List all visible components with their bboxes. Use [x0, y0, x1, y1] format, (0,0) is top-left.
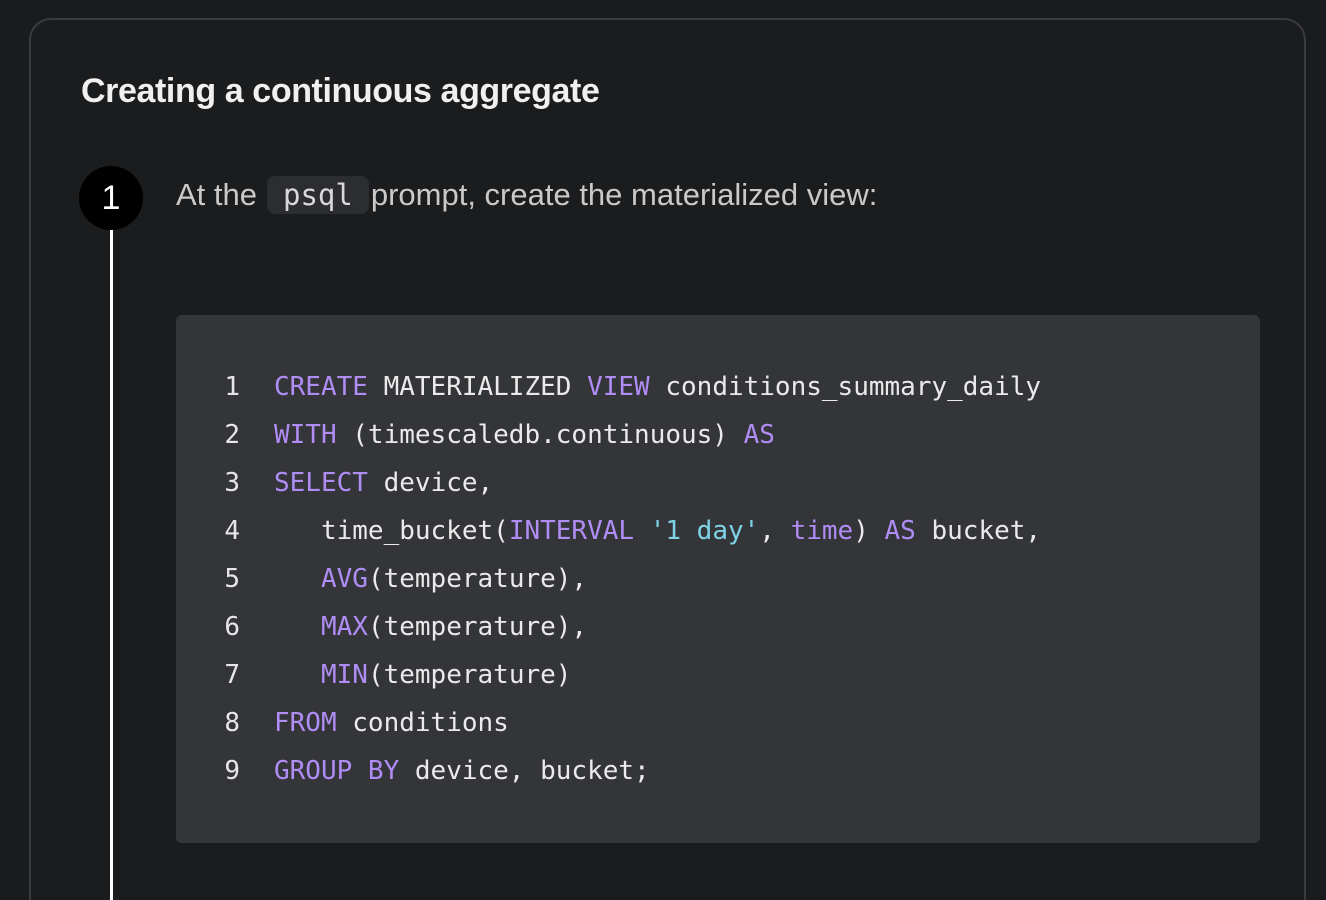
step-text-after: prompt, create the materialized view: — [370, 177, 878, 212]
code-text: MAX(temperature), — [274, 612, 587, 642]
step-text-before: At the — [176, 177, 257, 212]
step-rail — [110, 210, 113, 900]
code-text: FROM conditions — [274, 708, 509, 738]
code-text: CREATE MATERIALIZED VIEW conditions_summ… — [274, 372, 1041, 402]
code-line: 5 AVG(temperature), — [176, 555, 1260, 603]
code-block[interactable]: 1 CREATE MATERIALIZED VIEW conditions_sum… — [176, 315, 1260, 843]
code-token: (temperature), — [367, 612, 588, 642]
inline-code-psql: psql — [267, 176, 369, 214]
code-text: GROUP BY device, bucket; — [274, 756, 650, 786]
line-number: 7 — [224, 660, 240, 690]
code-token: device, bucket; — [399, 756, 650, 786]
code-token: conditions — [336, 708, 509, 738]
code-text: time_bucket(INTERVAL '1 day', time) AS b… — [274, 516, 1041, 546]
code-line: 2 WITH (timescaledb.continuous) AS — [176, 411, 1260, 459]
code-token: MATERIALIZED — [367, 372, 588, 402]
code-token: ) — [853, 516, 885, 546]
code-keyword: FROM — [274, 708, 337, 738]
line-number: 6 — [224, 612, 240, 642]
code-line: 6 MAX(temperature), — [176, 603, 1260, 651]
code-keyword: INTERVAL — [508, 516, 635, 546]
code-line: 8 FROM conditions — [176, 699, 1260, 747]
line-number: 1 — [224, 372, 240, 402]
code-token: , — [759, 516, 791, 546]
code-line: 7 MIN(temperature) — [176, 651, 1260, 699]
code-line: 4 time_bucket(INTERVAL '1 day', time) AS… — [176, 507, 1260, 555]
content-card: Creating a continuous aggregate 1 At the… — [29, 18, 1306, 900]
line-number: 3 — [224, 468, 240, 498]
code-line: 9 GROUP BY device, bucket; — [176, 747, 1260, 795]
line-number: 8 — [224, 708, 240, 738]
code-token: conditions_summary_daily — [649, 372, 1042, 402]
code-line: 3 SELECT device, — [176, 459, 1260, 507]
code-token: (temperature), — [367, 564, 588, 594]
code-keyword: AS — [743, 420, 775, 450]
step-number-badge: 1 — [79, 166, 143, 230]
line-number: 5 — [224, 564, 240, 594]
line-number: 4 — [224, 516, 240, 546]
step-instruction: At the psql prompt, create the materiali… — [176, 176, 877, 214]
line-number: 2 — [224, 420, 240, 450]
code-token: bucket, — [915, 516, 1042, 546]
code-text: MIN(temperature) — [274, 660, 571, 690]
code-keyword: CREATE — [274, 372, 368, 402]
code-token: device, — [367, 468, 494, 498]
section-title: Creating a continuous aggregate — [81, 72, 600, 110]
code-keyword: MIN — [320, 660, 368, 690]
code-keyword: time — [790, 516, 854, 546]
code-keyword: GROUP BY — [274, 756, 400, 786]
code-keyword: MAX — [320, 612, 368, 642]
code-keyword: SELECT — [274, 468, 368, 498]
code-keyword: WITH — [274, 420, 337, 450]
code-keyword: VIEW — [587, 372, 650, 402]
code-string: '1 day' — [649, 516, 760, 546]
code-token: (temperature) — [367, 660, 572, 690]
code-text: SELECT device, — [274, 468, 493, 498]
line-number: 9 — [224, 756, 240, 786]
code-keyword: AS — [884, 516, 916, 546]
code-token: (timescaledb.continuous) — [336, 420, 744, 450]
code-text: AVG(temperature), — [274, 564, 587, 594]
code-token: time_bucket( — [274, 516, 509, 546]
code-text: WITH (timescaledb.continuous) AS — [274, 420, 775, 450]
code-line: 1 CREATE MATERIALIZED VIEW conditions_sum… — [176, 363, 1260, 411]
code-keyword: AVG — [320, 564, 368, 594]
